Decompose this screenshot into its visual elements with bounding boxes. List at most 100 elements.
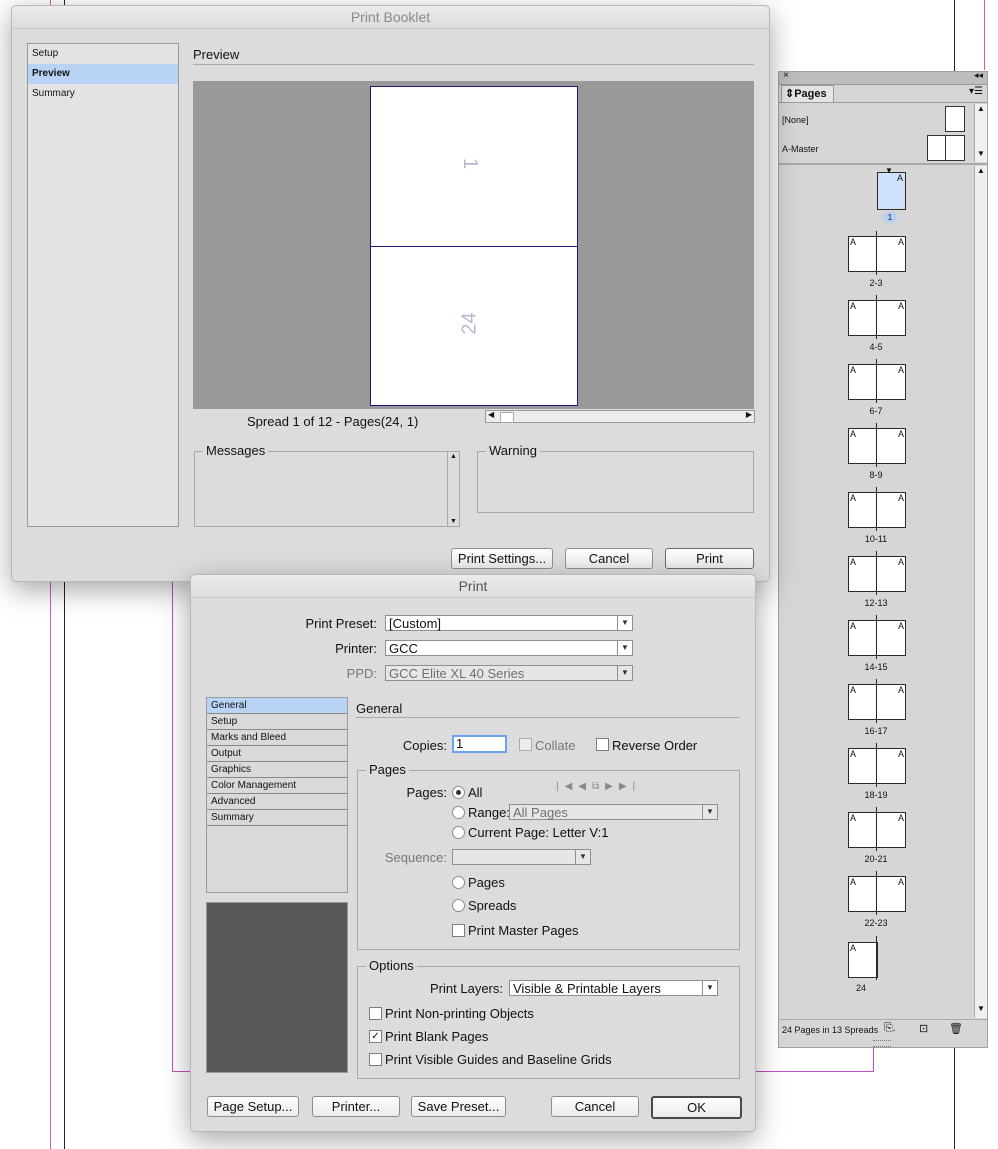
first-page-icon[interactable]: |◀ <box>556 781 578 792</box>
page-setup-button[interactable]: Page Setup... <box>207 1096 299 1117</box>
edit-page-size-icon[interactable]: ⎘. <box>884 1022 896 1035</box>
print-non-printing-checkbox[interactable] <box>369 1007 382 1020</box>
copies-input[interactable]: 1 <box>452 735 507 753</box>
print-booklet-window: Print Booklet Setup Preview Summary Prev… <box>11 5 770 582</box>
last-page-icon[interactable]: ▶| <box>619 781 641 792</box>
master-letter: A <box>897 813 904 823</box>
ppd-label: PPD: <box>346 666 377 681</box>
printer-label: Printer: <box>335 641 377 656</box>
print-nav-setup[interactable]: Setup <box>207 714 347 730</box>
scroll-left-icon[interactable]: ◀ <box>488 410 494 419</box>
collate-checkbox[interactable] <box>519 738 532 751</box>
preview-hscrollbar[interactable]: ◀ ▶ <box>485 410 755 423</box>
print-preset-select[interactable]: [Custom] ▼ <box>385 615 633 631</box>
pages-tab-label: Pages <box>794 88 827 100</box>
spread-thumb[interactable]: AA <box>848 807 906 851</box>
scroll-down-icon[interactable]: ▼ <box>977 1004 985 1013</box>
range-select[interactable]: All Pages ▼ <box>509 804 718 820</box>
spread-thumb[interactable]: AA <box>848 871 906 915</box>
print-ok-button[interactable]: OK <box>651 1096 742 1119</box>
warning-box: Warning <box>477 443 754 513</box>
scroll-up-icon[interactable]: ▲ <box>977 166 985 175</box>
current-page-radio[interactable] <box>452 826 465 839</box>
spread-thumb[interactable]: AA <box>848 679 906 723</box>
master-letter: A <box>850 813 857 823</box>
spread-thumb[interactable]: AA <box>848 551 906 595</box>
collapse-icon[interactable]: ◂◂ <box>974 70 983 81</box>
pages-icon[interactable]: ⧉ <box>592 781 605 792</box>
booklet-print-button[interactable]: Print <box>665 548 754 569</box>
master-a[interactable]: A-Master <box>779 133 973 162</box>
prev-page-icon[interactable]: ◀ <box>578 781 592 792</box>
print-settings-button[interactable]: Print Settings... <box>451 548 553 569</box>
preview-sheet: 1 24 <box>370 86 578 406</box>
pages-list[interactable]: ▼ A 1 A A 2-3 A A 4-5 A A 6-7 A A 8-9 A A 10-11 A A 12-13… <box>779 166 973 1018</box>
panel-menu-icon[interactable]: ▾☰ <box>969 86 983 97</box>
pages-scrollbar[interactable]: ▲ ▼ <box>974 166 987 1018</box>
opt-pages-radio[interactable] <box>452 876 465 889</box>
collate-label: Collate <box>535 738 576 753</box>
spread-thumb[interactable]: AA <box>848 615 906 659</box>
scroll-thumb[interactable] <box>500 412 514 423</box>
ppd-select[interactable]: GCC Elite XL 40 Series ▼ <box>385 665 633 681</box>
print-nav-summary[interactable]: Summary <box>207 810 347 826</box>
printer-select[interactable]: GCC ▼ <box>385 640 633 656</box>
masters-scrollbar[interactable]: ▲ ▼ <box>974 104 987 162</box>
page-24-thumb[interactable]: A <box>848 942 878 978</box>
close-icon[interactable]: × <box>783 70 789 81</box>
master-letter: A <box>850 237 857 247</box>
master-none[interactable]: [None] <box>779 104 973 133</box>
reverse-order-checkbox[interactable] <box>596 738 609 751</box>
sequence-label: Sequence: <box>384 850 447 865</box>
print-nav-graphics[interactable]: Graphics <box>207 762 347 778</box>
print-non-printing-label: Print Non-printing Objects <box>385 1006 534 1021</box>
spread-thumb[interactable]: AA <box>848 743 906 787</box>
print-guides-checkbox[interactable] <box>369 1053 382 1066</box>
opt-spreads-radio[interactable] <box>452 899 465 912</box>
page-1-thumb[interactable]: A <box>877 172 906 210</box>
print-nav-color-management[interactable]: Color Management <box>207 778 347 794</box>
master-letter: A <box>897 301 904 311</box>
print-nav-general[interactable]: General <box>207 698 347 714</box>
print-blank-pages-checkbox[interactable]: ✓ <box>369 1030 382 1043</box>
pages-range-radio[interactable] <box>452 806 465 819</box>
sequence-select[interactable]: ▼ <box>452 849 591 865</box>
print-nav-marks-and-bleed[interactable]: Marks and Bleed <box>207 730 347 746</box>
spread-spine <box>876 423 877 467</box>
new-page-icon[interactable]: ⊡ <box>919 1022 928 1035</box>
spread-thumb[interactable]: AA <box>848 295 906 339</box>
scroll-down-icon[interactable]: ▼ <box>977 149 985 158</box>
spread-thumb[interactable]: AA <box>848 231 906 275</box>
current-page-label: Current Page: Letter V:1 <box>468 825 609 840</box>
spread-thumb[interactable]: AA <box>848 487 906 531</box>
print-preset-value: [Custom] <box>389 616 442 631</box>
messages-scrollbar[interactable]: ▲ ▼ <box>447 452 459 526</box>
booklet-nav-summary[interactable]: Summary <box>28 84 178 104</box>
resize-grip-icon[interactable] <box>873 1040 891 1047</box>
save-preset-button[interactable]: Save Preset... <box>411 1096 506 1117</box>
spread-label: 6-7 <box>869 406 883 416</box>
print-cancel-button[interactable]: Cancel <box>551 1096 639 1117</box>
next-page-icon[interactable]: ▶ <box>605 781 619 792</box>
print-nav-advanced[interactable]: Advanced <box>207 794 347 810</box>
scroll-down-icon[interactable]: ▼ <box>450 518 457 525</box>
booklet-nav-setup[interactable]: Setup <box>28 44 178 64</box>
print-nav-output[interactable]: Output <box>207 746 347 762</box>
scroll-right-icon[interactable]: ▶ <box>746 410 752 419</box>
pages-tab[interactable]: ⇕Pages <box>781 85 834 103</box>
trash-icon[interactable]: 🗑 <box>949 1022 963 1035</box>
scroll-up-icon[interactable]: ▲ <box>450 453 457 460</box>
scroll-up-icon[interactable]: ▲ <box>977 104 985 113</box>
pages-all-radio[interactable] <box>452 786 465 799</box>
print-layers-select[interactable]: Visible & Printable Layers ▼ <box>509 980 718 996</box>
booklet-cancel-button[interactable]: Cancel <box>565 548 653 569</box>
print-master-pages-checkbox[interactable] <box>452 924 465 937</box>
spread-label: 4-5 <box>869 342 883 352</box>
spread-thumb[interactable]: AA <box>848 423 906 467</box>
printer-button[interactable]: Printer... <box>312 1096 400 1117</box>
spread-thumb[interactable]: AA <box>848 359 906 403</box>
opt-pages-label: Pages <box>468 875 505 890</box>
panel-divider[interactable] <box>779 163 987 165</box>
booklet-nav-preview[interactable]: Preview <box>28 64 178 84</box>
spread-spine <box>876 615 877 659</box>
